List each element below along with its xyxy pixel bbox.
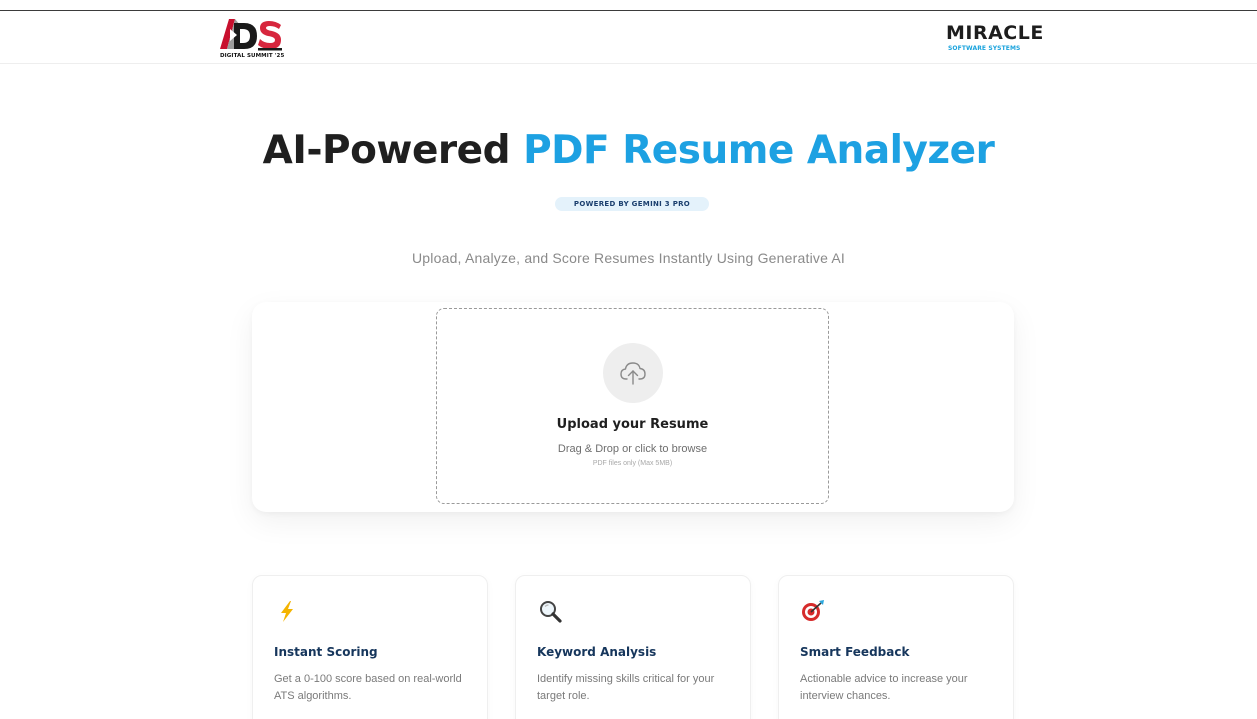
upload-instruction: Drag & Drop or click to browse	[557, 443, 708, 455]
upload-title: Upload your Resume	[556, 417, 709, 432]
powered-by-badge: POWERED BY GEMINI 3 PRO	[555, 197, 709, 211]
cloud-upload-icon	[603, 343, 663, 403]
feature-card-keyword-analysis: Keyword Analysis Identify missing skills…	[515, 575, 751, 719]
ads-logo-tagline: DIGITAL SUMMIT '25	[220, 53, 285, 59]
feature-card-instant-scoring: Instant Scoring Get a 0-100 score based …	[252, 575, 488, 719]
ads-logo-mark	[220, 19, 282, 51]
feature-description: Identify missing skills critical for you…	[537, 673, 715, 702]
lightning-icon	[281, 601, 293, 622]
resume-dropzone[interactable]: Upload your Resume Drag & Drop or click …	[436, 308, 829, 504]
miracle-logo-subtitle: SOFTWARE SYSTEMS	[948, 45, 1021, 52]
target-icon	[802, 600, 824, 621]
feature-description: Actionable advice to increase your inter…	[800, 673, 968, 702]
ads-digital-summit-logo[interactable]: DIGITAL SUMMIT '25	[218, 15, 288, 61]
page-title-part1: AI-Powered	[262, 128, 511, 173]
feature-title: Keyword Analysis	[537, 645, 657, 659]
feature-card-smart-feedback: Smart Feedback Actionable advice to incr…	[778, 575, 1014, 719]
feature-title: Instant Scoring	[274, 645, 378, 659]
miracle-logo-name: MIRACLE	[946, 22, 1044, 44]
magnifier-icon	[540, 601, 562, 623]
upload-file-note: PDF files only (Max 5MB)	[592, 460, 673, 467]
feature-description: Get a 0-100 score based on real-world AT…	[274, 673, 462, 702]
page-title-accent: PDF Resume Analyzer	[523, 128, 995, 173]
page-title: AI-Powered PDF Resume Analyzer	[0, 128, 1257, 173]
upload-card: Upload your Resume Drag & Drop or click …	[252, 302, 1014, 512]
page-subtitle: Upload, Analyze, and Score Resumes Insta…	[411, 250, 846, 266]
site-header: DIGITAL SUMMIT '25 MIRACLE SOFTWARE SYST…	[0, 11, 1257, 64]
miracle-software-logo[interactable]: MIRACLE SOFTWARE SYSTEMS	[946, 21, 1056, 61]
feature-title: Smart Feedback	[800, 645, 910, 659]
